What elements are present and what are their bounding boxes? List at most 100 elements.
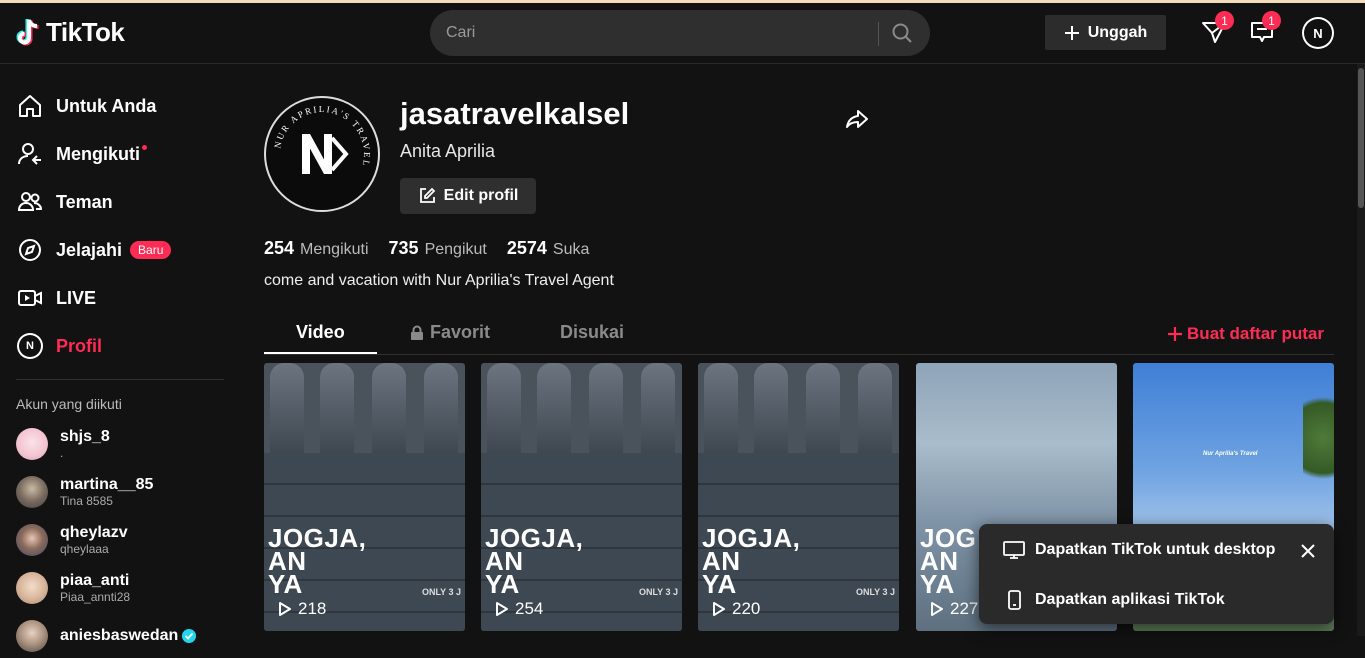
upload-label: Unggah xyxy=(1087,23,1148,41)
live-icon xyxy=(18,290,42,306)
video-card[interactable]: JOGJA, AN YA ONLY 3 J 218 xyxy=(264,363,465,631)
play-icon xyxy=(496,602,508,616)
nav-label: Jelajahi xyxy=(56,239,123,260)
video-views: 220 xyxy=(712,599,760,619)
followers-stat[interactable]: 735 Pengikut xyxy=(389,238,487,259)
account-avatar xyxy=(16,572,48,604)
nav-following[interactable]: Mengikuti xyxy=(16,134,147,174)
tab-video[interactable]: Video xyxy=(296,322,345,343)
plus-icon xyxy=(1168,327,1183,341)
nav-for-you[interactable]: Untuk Anda xyxy=(16,86,156,126)
followed-account[interactable]: martina__85 Tina 8585 xyxy=(16,470,153,514)
account-name: martina__85 xyxy=(60,476,154,493)
play-icon xyxy=(279,602,291,616)
nav-profile[interactable]: N Profil xyxy=(16,326,102,366)
account-avatar xyxy=(16,476,48,508)
profile-avatar-large[interactable]: NUR APRILIA'S TRAVEL xyxy=(264,96,380,212)
scrollbar-thumb[interactable] xyxy=(1358,68,1364,208)
profile-username: jasatravelkalsel xyxy=(400,96,630,131)
profile-bio: come and vacation with Nur Aprilia's Tra… xyxy=(264,272,614,289)
close-icon[interactable] xyxy=(1299,542,1317,560)
likes-stat: 2574 Suka xyxy=(506,238,590,258)
edit-profile-button[interactable]: Edit profil xyxy=(400,178,536,214)
tiktok-logo[interactable]: TikTok xyxy=(16,17,125,48)
verified-icon xyxy=(182,629,197,643)
account-name: qheylazv xyxy=(60,524,128,541)
nur-aprilia-travel-logo: NUR APRILIA'S TRAVEL xyxy=(272,104,370,174)
video-tag: ONLY 3 J xyxy=(855,587,895,597)
video-overlay-text: JOGJA, AN YA xyxy=(485,523,584,599)
edit-profile-label: Edit profil xyxy=(443,187,519,204)
top-bar: TikTok Unggah 1 1 N xyxy=(0,3,1365,64)
search-icon[interactable] xyxy=(890,21,914,45)
nav-explore[interactable]: Jelajahi Baru xyxy=(16,230,172,270)
video-views: 254 xyxy=(495,599,543,619)
share-icon[interactable] xyxy=(844,106,870,132)
video-caption: Nur Aprilia's Travel xyxy=(1203,451,1258,457)
messages-badge: 1 xyxy=(1262,11,1281,30)
plus-icon xyxy=(1064,25,1079,40)
tree-foliage xyxy=(1303,383,1334,493)
video-tag: ONLY 3 J xyxy=(638,587,678,597)
account-avatar xyxy=(16,428,48,460)
profile-tabs: Video Favorit Disukai Buat daftar putar xyxy=(264,318,1334,355)
account-subname: qheylaaa xyxy=(60,542,109,556)
monitor-icon xyxy=(1003,541,1025,559)
account-avatar xyxy=(16,620,48,652)
scrollbar[interactable] xyxy=(1357,64,1365,636)
video-card[interactable]: JOGJA, AN YA ONLY 3 J 254 xyxy=(481,363,682,631)
followed-account[interactable]: shjs_8. xyxy=(16,422,110,466)
account-name: piaa_anti xyxy=(60,572,130,589)
upload-button[interactable]: Unggah xyxy=(1045,15,1166,50)
account-subname: Piaa_annti28 xyxy=(60,590,131,604)
search-divider xyxy=(878,22,879,46)
tab-favorites[interactable]: Favorit xyxy=(410,322,490,343)
profile-main: NUR APRILIA'S TRAVEL jasatravelkalsel An… xyxy=(264,64,1354,636)
user-avatar[interactable]: N xyxy=(1302,17,1334,49)
following-accounts-title: Akun yang diikuti xyxy=(16,396,122,412)
followed-account[interactable]: qheylazv qheylaaa xyxy=(16,518,128,562)
avatar-logo-mark: N xyxy=(1304,19,1332,47)
get-mobile-app-link[interactable]: Dapatkan aplikasi TikTok xyxy=(1003,590,1225,610)
phone-icon xyxy=(1008,590,1021,610)
nav-live[interactable]: LIVE xyxy=(16,278,96,318)
following-stat[interactable]: 254 Mengikuti xyxy=(264,238,369,259)
tiktok-note-icon xyxy=(16,18,39,45)
sidebar: Untuk Anda Mengikuti Teman Jelajahi Baru… xyxy=(0,64,240,652)
inbox-badge: 1 xyxy=(1215,11,1234,30)
account-name: shjs_8 xyxy=(60,428,110,445)
nav-label: Teman xyxy=(56,191,113,212)
tab-liked[interactable]: Disukai xyxy=(560,322,624,343)
get-app-popup: Dapatkan TikTok untuk desktop Dapatkan a… xyxy=(979,524,1334,624)
video-overlay-text: JOGJA, AN YA xyxy=(268,523,367,599)
lock-icon xyxy=(411,325,423,340)
compass-icon xyxy=(19,239,41,261)
friends-icon xyxy=(17,192,43,211)
logo-text: TikTok xyxy=(46,17,125,47)
profile-nickname: Anita Aprilia xyxy=(400,141,496,161)
nav-label: Untuk Anda xyxy=(56,95,157,116)
active-tab-underline xyxy=(264,352,377,354)
get-desktop-app-link[interactable]: Dapatkan TikTok untuk desktop xyxy=(1003,540,1275,560)
home-icon xyxy=(19,95,41,117)
nav-friends[interactable]: Teman xyxy=(16,182,113,222)
followed-account[interactable]: piaa_anti Piaa_annti28 xyxy=(16,566,130,610)
nav-label: Profil xyxy=(56,335,103,356)
profile-avatar: N xyxy=(17,333,43,359)
followed-account[interactable]: aniesbaswedan xyxy=(16,614,197,658)
video-overlay-text: JOG AN YA xyxy=(920,523,977,599)
search-input[interactable] xyxy=(446,10,876,56)
following-icon xyxy=(18,143,41,165)
new-badge: Baru xyxy=(130,241,172,259)
search-bar xyxy=(430,10,930,56)
account-subname: Tina 8585 xyxy=(60,494,113,508)
nav-label: Mengikuti xyxy=(56,143,140,164)
profile-stats: 254 Mengikuti 735 Pengikut 2574 Suka xyxy=(264,238,589,259)
new-dot xyxy=(142,144,147,150)
account-avatar xyxy=(16,524,48,556)
play-icon xyxy=(713,602,725,616)
create-playlist-button[interactable]: Buat daftar putar xyxy=(1167,324,1324,344)
video-views: 218 xyxy=(278,599,326,619)
nav-label: LIVE xyxy=(56,287,97,308)
video-card[interactable]: JOGJA, AN YA ONLY 3 J 220 xyxy=(698,363,899,631)
